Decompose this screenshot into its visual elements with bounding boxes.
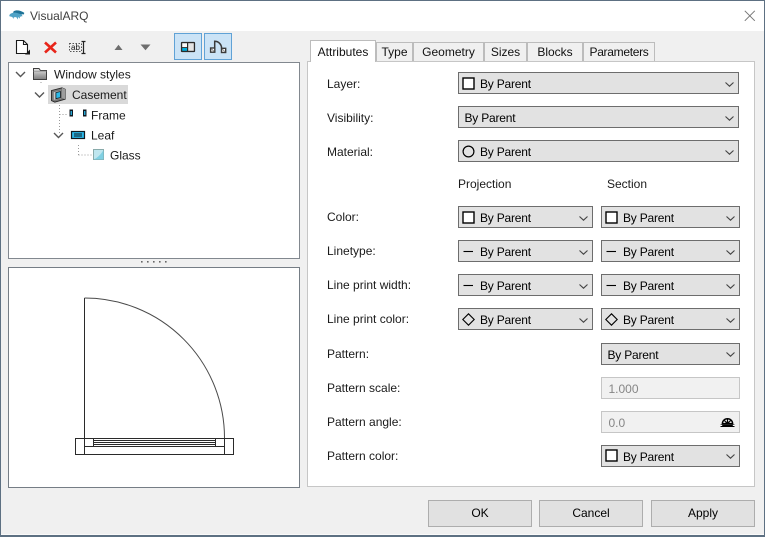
svg-text:Window styles: Window styles [54, 68, 131, 82]
svg-text:Leaf: Leaf [91, 129, 115, 143]
svg-text:Casement: Casement [72, 88, 127, 102]
svg-text:Frame: Frame [91, 109, 126, 123]
svg-text:Glass: Glass [110, 149, 141, 163]
svg-text:ab: ab [71, 43, 80, 52]
